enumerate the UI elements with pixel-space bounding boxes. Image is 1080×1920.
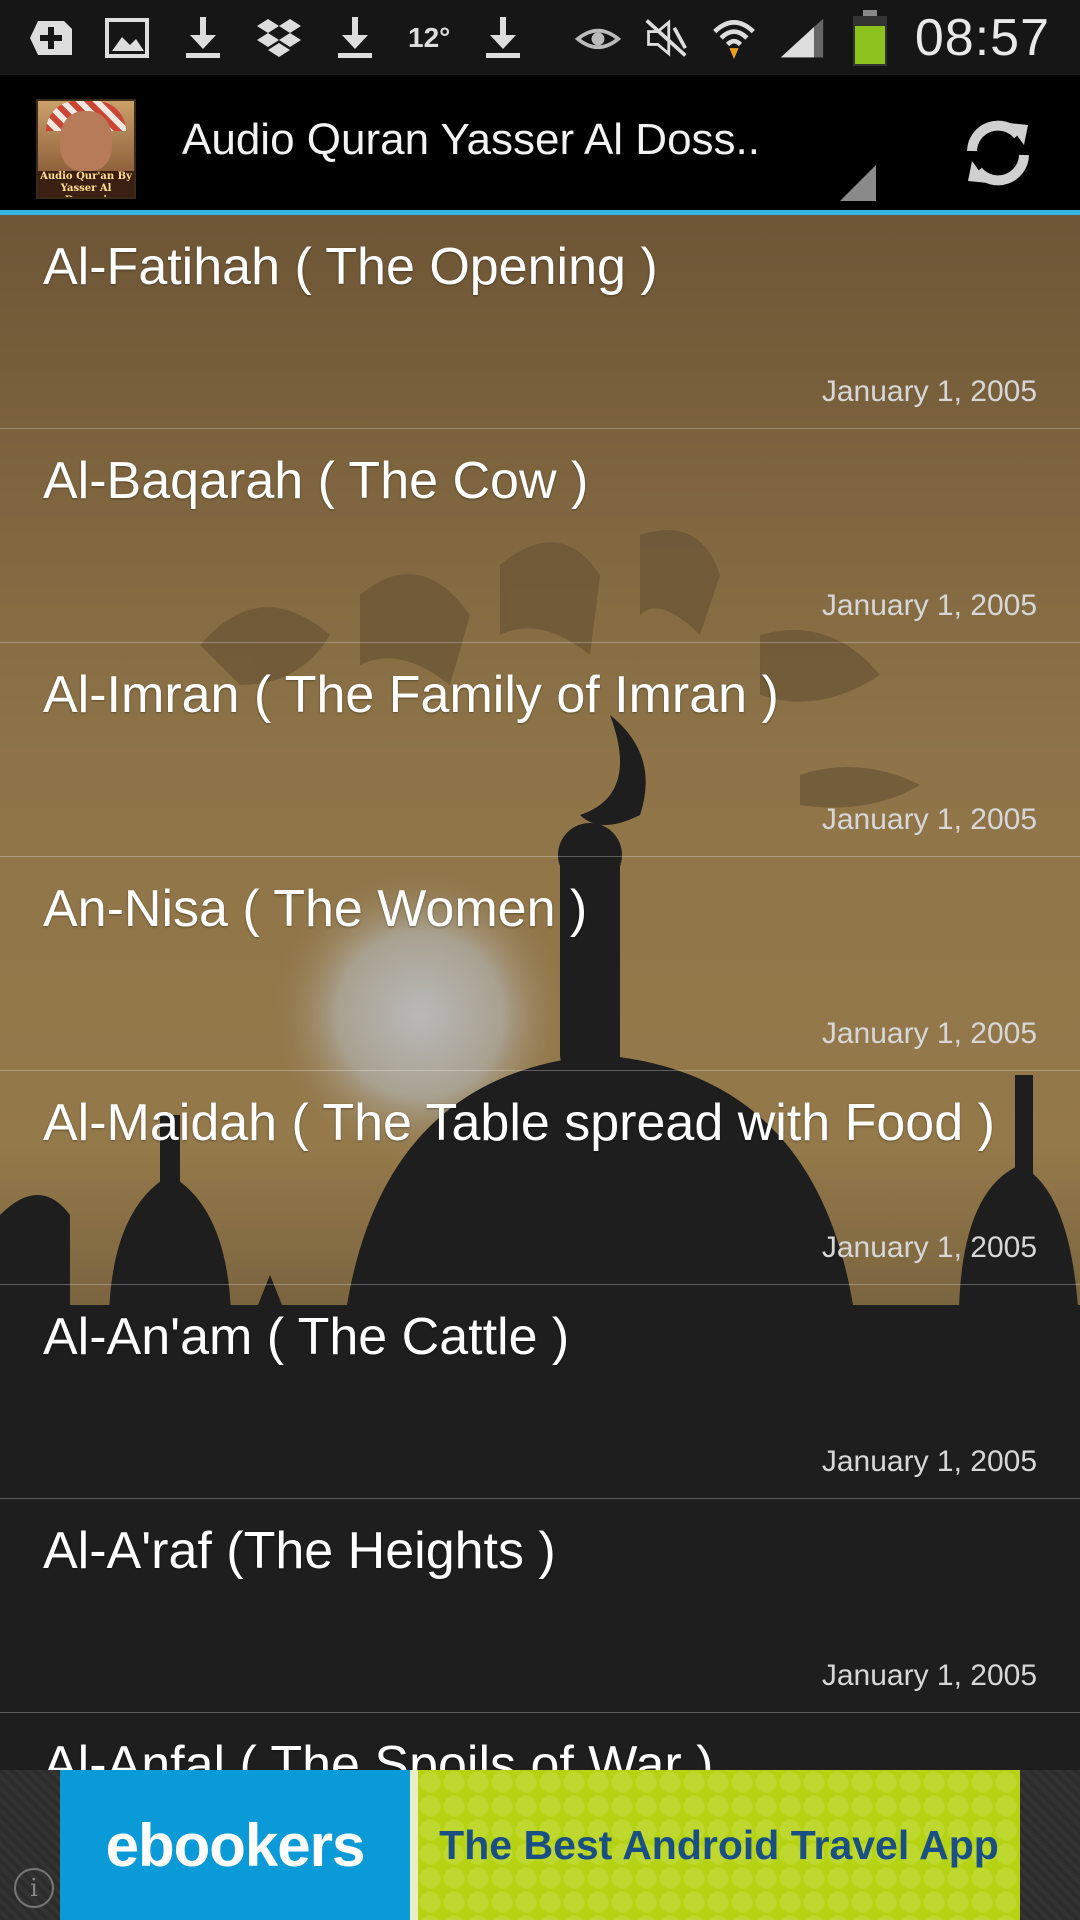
add-icon [28, 15, 74, 61]
list-item-date: January 1, 2005 [821, 1659, 1037, 1692]
dropbox-icon [256, 15, 302, 61]
list-item[interactable]: Al-Baqarah ( The Cow ) January 1, 2005 [0, 429, 1080, 643]
ad-brand-panel[interactable]: ebookers [60, 1770, 410, 1920]
download-icon [480, 15, 526, 61]
list-item-title: Al-An'am ( The Cattle ) [43, 1308, 570, 1366]
ad-tagline: The Best Android Travel App [439, 1821, 999, 1868]
list-item[interactable]: Al-An'am ( The Cattle ) January 1, 2005 [0, 1285, 1080, 1499]
list-item[interactable]: An-Nisa ( The Women ) January 1, 2005 [0, 857, 1080, 1071]
reciter-portrait [60, 111, 112, 171]
list-item-title: Al-Maidah ( The Table spread with Food ) [43, 1094, 995, 1152]
list-item[interactable]: Al-Anfal ( The Spoils of War ) [0, 1713, 1080, 1770]
ad-divider [410, 1770, 418, 1920]
surah-list[interactable]: Al-Fatihah ( The Opening ) January 1, 20… [0, 215, 1080, 1770]
app-logo-caption: Audio Qur'an By Yasser Al Dossari [38, 171, 134, 197]
list-item-date: January 1, 2005 [821, 1231, 1037, 1264]
list-item[interactable]: Al-Imran ( The Family of Imran ) January… [0, 643, 1080, 857]
list-item[interactable]: Al-Maidah ( The Table spread with Food )… [0, 1071, 1080, 1285]
action-bar: Audio Qur'an By Yasser Al Dossari Audio … [0, 75, 1080, 215]
download-icon [332, 15, 378, 61]
app-logo[interactable]: Audio Qur'an By Yasser Al Dossari [36, 99, 136, 199]
list-item-title: Al-A'raf (The Heights ) [43, 1522, 556, 1580]
list-item[interactable]: Al-Fatihah ( The Opening ) January 1, 20… [0, 215, 1080, 429]
status-bar: 12° 08:57 [0, 0, 1080, 75]
list-item[interactable]: Al-A'raf (The Heights ) January 1, 2005 [0, 1499, 1080, 1713]
eye-icon [574, 15, 621, 61]
system-icons: 08:57 [574, 0, 1050, 75]
list-item-title: An-Nisa ( The Women ) [43, 880, 588, 938]
app-title-spinner[interactable]: Audio Quran Yasser Al Doss.. [182, 115, 760, 165]
list-item-title: Al-Baqarah ( The Cow ) [43, 452, 589, 510]
download-icon [180, 15, 226, 61]
ad-banner[interactable]: ebookers The Best Android Travel App [0, 1770, 1080, 1920]
battery-icon [847, 9, 893, 66]
list-item-title: Al-Fatihah ( The Opening ) [43, 238, 658, 296]
mute-icon [643, 15, 689, 61]
list-item-date: January 1, 2005 [821, 803, 1037, 836]
list-item-title: Al-Imran ( The Family of Imran ) [43, 666, 779, 724]
refresh-icon[interactable] [958, 113, 1038, 193]
ad-info-icon[interactable]: i [14, 1868, 54, 1908]
list-item-date: January 1, 2005 [821, 375, 1037, 408]
wifi-icon [711, 15, 757, 61]
list-item-date: January 1, 2005 [821, 589, 1037, 622]
clock: 08:57 [914, 8, 1050, 67]
list-item-title: Al-Anfal ( The Spoils of War ) [43, 1736, 714, 1770]
list-item-date: January 1, 2005 [821, 1445, 1037, 1478]
image-icon [104, 15, 150, 61]
ad-brand-logo: ebookers [105, 1811, 366, 1879]
spinner-arrow-icon[interactable] [840, 165, 876, 201]
temperature-text: 12° [408, 21, 451, 53]
ad-tagline-panel[interactable]: The Best Android Travel App [418, 1770, 1020, 1920]
signal-icon [779, 15, 825, 61]
notification-icons: 12° [0, 15, 526, 61]
list-item-date: January 1, 2005 [821, 1017, 1037, 1050]
